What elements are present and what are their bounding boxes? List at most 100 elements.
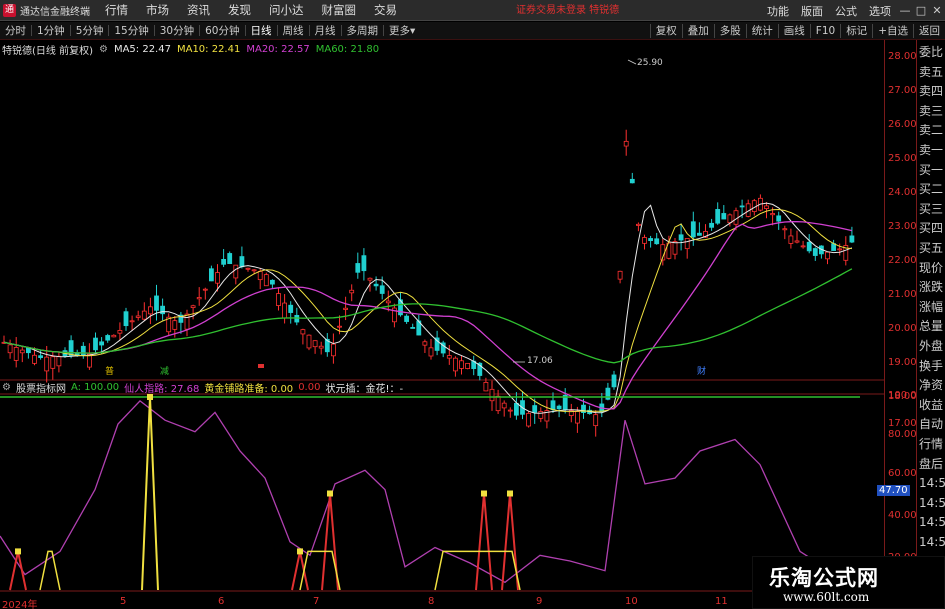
candle-body — [648, 238, 653, 242]
app-window: 通 通达信金融终端 行情 市场 资讯 发现 问小达 财富圈 交易 证券交易未登录… — [0, 0, 945, 609]
indicator-zyc-value: 状元插：金花!：- — [325, 384, 404, 395]
candle-body — [184, 313, 190, 330]
candle-body — [208, 268, 214, 282]
candle-body — [105, 335, 111, 341]
candle-body — [294, 314, 300, 323]
candle-body — [141, 310, 147, 320]
quote-label: 行情 — [919, 437, 944, 451]
marker-red[interactable] — [258, 364, 264, 368]
indicator-hjpl-value: 黄金铺路准备: 0.00 — [204, 384, 294, 395]
candle-body — [172, 320, 178, 330]
candle-body — [623, 140, 629, 147]
quote-label: 委比 — [919, 45, 944, 59]
ma60-label: MA60: 21.80 — [315, 43, 380, 55]
candle-body — [239, 256, 245, 268]
candle-body — [410, 327, 416, 329]
quote-label: 卖一 — [919, 143, 944, 157]
indicator-tick: 60.00 — [888, 468, 917, 479]
candle-body — [221, 258, 227, 265]
indicator-main-line — [0, 400, 859, 584]
date-label: 9 — [536, 596, 543, 607]
candle-body — [642, 237, 647, 244]
date-label: 10 — [625, 596, 638, 607]
candle-body — [629, 178, 635, 184]
indicator-spike — [321, 493, 339, 591]
candle-body — [770, 213, 775, 216]
candle-body — [636, 223, 641, 226]
quote-label: 14:50 — [919, 495, 945, 510]
candle-body — [379, 285, 385, 294]
candle-body — [32, 354, 37, 364]
candle-body — [501, 402, 507, 409]
indicator-settings-icon[interactable]: ⚙ — [2, 382, 11, 393]
candle-body — [306, 334, 312, 349]
candle-body — [215, 272, 220, 284]
candle-body — [355, 263, 361, 273]
candle-body — [367, 277, 373, 281]
candle-body — [337, 325, 342, 328]
price-tick: 20.00 — [888, 323, 917, 334]
indicator-a-value: A: 100.00 — [70, 382, 120, 393]
indicator-header: ⚙ 股票指标网 A: 100.00 仙人指路: 27.68 黄金铺路准备: 0.… — [2, 380, 408, 395]
candle-body — [611, 374, 617, 388]
candle-body — [514, 402, 519, 416]
quote-label: 卖四 — [919, 84, 944, 99]
candle-body — [764, 205, 769, 209]
marker-finance[interactable]: 财 — [697, 364, 706, 377]
candle-body — [800, 245, 806, 248]
candle-body — [111, 334, 117, 338]
ma10-label: MA10: 22.41 — [176, 43, 241, 55]
candle-body — [721, 213, 727, 220]
candle-body — [44, 356, 50, 372]
candle-body — [117, 330, 123, 334]
candle-body — [245, 267, 251, 270]
indicator-signal-dot — [507, 490, 513, 497]
candle-body — [452, 357, 458, 372]
candle-body — [257, 270, 263, 281]
quote-label: 买二 — [919, 182, 944, 197]
ma5-label: MA5: 22.47 — [113, 43, 171, 55]
candle-body — [13, 347, 19, 361]
quote-label: 买三 — [919, 201, 944, 216]
quote-label: 收益 — [919, 397, 944, 412]
indicator-tick: 40.00 — [888, 510, 917, 521]
quote-label: 盘后 — [919, 456, 944, 471]
candle-body — [300, 329, 306, 335]
candle-body — [556, 405, 562, 410]
quote-label: 现价 — [919, 260, 944, 275]
date-label: 8 — [428, 596, 435, 607]
candle-body — [715, 209, 721, 224]
candle-body — [227, 253, 233, 264]
indicator-spike — [291, 551, 309, 591]
candle-body — [288, 304, 294, 313]
marker-general[interactable]: 普 — [105, 364, 114, 377]
indicator-signal-dot — [297, 548, 303, 555]
price-tick: 19.00 — [888, 357, 917, 368]
watermark-url: www.60lt.com — [783, 590, 870, 604]
candle-body — [154, 295, 159, 311]
candle-body — [318, 345, 324, 349]
candle-body — [483, 382, 489, 392]
candle-body — [849, 235, 855, 243]
candle-body — [99, 341, 104, 346]
candle-body — [312, 340, 318, 348]
quote-label: 卖五 — [919, 64, 944, 79]
kline-chart[interactable] — [0, 0, 945, 609]
indicator-name[interactable]: 股票指标网 — [16, 380, 66, 395]
candle-body — [361, 255, 367, 272]
candle-body — [825, 251, 830, 260]
candle-body — [202, 288, 208, 291]
candle-body — [404, 315, 410, 322]
indicator-tick: 100.0 — [888, 390, 917, 401]
candle-body — [282, 302, 288, 319]
indicator-signal-dot — [327, 490, 333, 497]
candle-body — [776, 215, 782, 222]
settings-icon[interactable]: ⚙ — [99, 44, 108, 55]
indicator-tick: 80.00 — [888, 429, 917, 440]
candle-body — [617, 270, 623, 280]
candle-body — [196, 297, 202, 300]
marker-reduce[interactable]: 减 — [160, 364, 169, 377]
price-tick: 24.00 — [888, 187, 917, 198]
date-label: 2024年 — [2, 600, 38, 609]
candle-body — [459, 360, 464, 369]
